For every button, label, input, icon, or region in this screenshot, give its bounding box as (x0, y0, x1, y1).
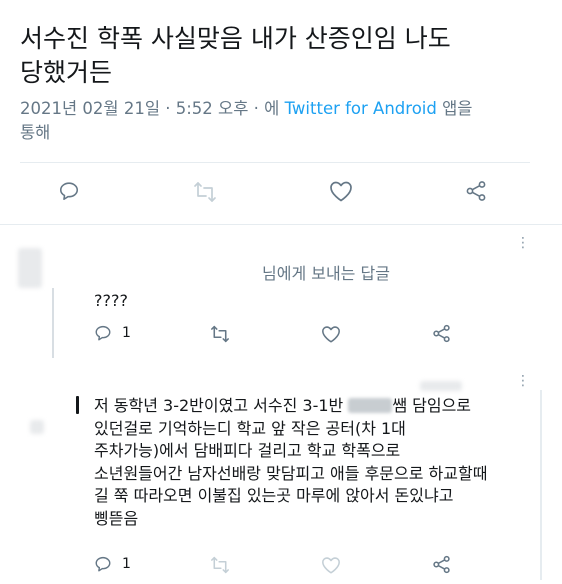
reply-text-line: 저 동학년 3-2반이였고 서수진 3-1반 쌤 담임으로 (94, 396, 472, 415)
tweet-text-line: 당했거든 (20, 58, 113, 87)
tweet-text: 서수진 학폭 사실맞음 내가 산증인임 나도 당했거든 (20, 22, 540, 90)
share-icon (433, 324, 450, 343)
divider (20, 162, 530, 163)
reply-text: 저 동학년 3-2반이였고 서수진 3-1반 쌤 담임으로 있던걸로 기억하는디… (94, 395, 539, 530)
like-button[interactable] (321, 556, 341, 574)
avatar (30, 420, 44, 434)
retweet-icon (211, 556, 229, 574)
avatar (18, 248, 42, 288)
redacted-name (420, 381, 462, 391)
reply-button[interactable]: 1 (94, 324, 131, 342)
thread-line (52, 288, 54, 358)
reply-text-line: 길 쭉 따라오면 이불집 있는곳 마루에 앉아서 돈있냐고 (94, 486, 454, 505)
like-button[interactable] (329, 180, 353, 202)
share-button[interactable] (465, 180, 487, 202)
reply-icon (95, 556, 111, 572)
reply-to-label: 님에게 보내는 답글 (262, 264, 390, 283)
retweet-icon (194, 182, 216, 202)
retweet-button[interactable] (210, 325, 230, 343)
like-icon (322, 557, 340, 574)
more-icon[interactable]: ⋮ (516, 374, 530, 388)
share-button[interactable] (432, 555, 451, 574)
tweet-datetime: 2021년 02월 21일 · 5:52 오후 · 에 (20, 99, 285, 118)
tweet-client-suffix: 앱을 (436, 99, 473, 118)
retweet-icon (211, 325, 229, 343)
reply-count: 1 (122, 325, 131, 341)
share-icon (466, 181, 486, 201)
more-icon[interactable]: ⋮ (516, 236, 530, 250)
share-button[interactable] (432, 324, 451, 343)
retweet-button[interactable] (193, 181, 217, 203)
reply-text: ???? (94, 291, 128, 310)
tweet-text-line: 서수진 학폭 사실맞음 내가 산증인임 나도 (20, 24, 451, 53)
divider (0, 224, 562, 225)
tweet-client-link[interactable]: Twitter for Android (285, 99, 437, 118)
share-icon (433, 555, 450, 574)
reply-icon (59, 182, 79, 201)
blurred-name (348, 398, 393, 413)
reply-text-line: 있던걸로 기억하는디 학교 앞 작은 공터(차 1대 (94, 418, 406, 438)
reply-marker (76, 396, 79, 414)
reply-icon (95, 325, 111, 341)
reply-text-line: 주차가능)에서 담배피다 걸리고 학교 학폭으로 (94, 441, 401, 460)
tweet-meta-line2: 통해 (20, 123, 51, 142)
tweet-meta: 2021년 02월 21일 · 5:52 오후 · 에 Twitter for … (20, 97, 540, 145)
reply-button[interactable] (58, 180, 80, 202)
thread-line (540, 390, 542, 580)
retweet-button[interactable] (210, 556, 230, 574)
reply-button[interactable]: 1 (94, 555, 131, 573)
reply-text-line: 삥뜯음 (94, 508, 139, 528)
like-icon (330, 181, 352, 202)
reply-count: 1 (122, 556, 131, 572)
reply-text-line: 소년원들어간 남자선배랑 맞담피고 애들 후문으로 하교할때 (94, 463, 488, 483)
like-icon (322, 326, 340, 343)
like-button[interactable] (321, 325, 341, 343)
